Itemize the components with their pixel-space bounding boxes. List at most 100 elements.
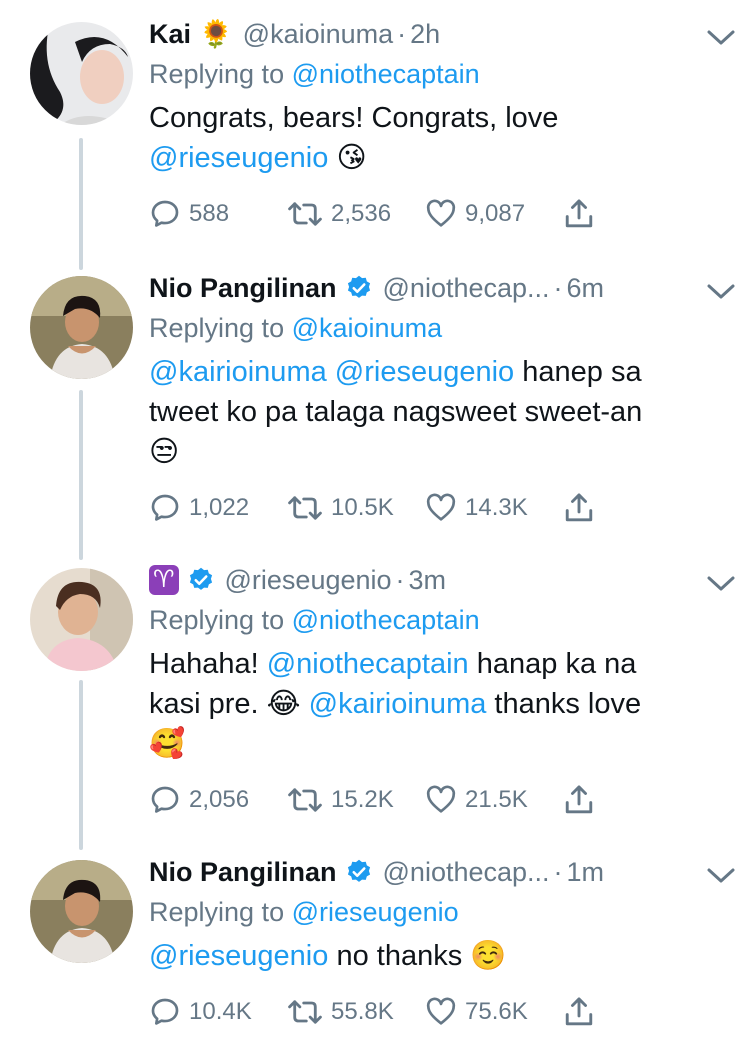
share-button[interactable]: [563, 995, 603, 1029]
mention-link[interactable]: @kairioinuma: [309, 688, 487, 720]
mention-link[interactable]: @kairioinuma: [149, 356, 327, 388]
timestamp[interactable]: 1m: [567, 857, 605, 888]
text-segment: thanks love: [494, 688, 642, 720]
reply-icon: [151, 998, 179, 1025]
retweet-icon: [288, 496, 322, 520]
user-handle[interactable]: @kaioinuma: [243, 19, 393, 50]
replying-to-mention[interactable]: @rieseugenio: [292, 897, 459, 927]
replying-to: Replying to @kaioinuma: [149, 308, 729, 348]
like-count: 75.6K: [465, 998, 528, 1025]
like-button[interactable]: 21.5K: [425, 784, 563, 816]
timestamp[interactable]: 6m: [567, 273, 605, 304]
tweet-actions: 10.4K 55.8K 75.6K: [149, 992, 729, 1032]
kiss-emoji: 😘: [336, 142, 367, 174]
user-handle[interactable]: @niothecap...: [383, 857, 550, 888]
user-handle[interactable]: @niothecap...: [383, 273, 550, 304]
retweet-button[interactable]: 10.5K: [287, 492, 425, 524]
retweet-button[interactable]: 55.8K: [287, 996, 425, 1028]
display-name[interactable]: Nio Pangilinan: [149, 857, 337, 888]
reply-count: 2,056: [189, 786, 250, 813]
retweet-button[interactable]: 15.2K: [287, 784, 425, 816]
reply-button[interactable]: 1,022: [149, 492, 287, 524]
share-button[interactable]: [563, 783, 603, 817]
display-name[interactable]: Kai: [149, 19, 191, 50]
heart-icon: [426, 199, 456, 227]
replying-to-mention[interactable]: @kaioinuma: [292, 313, 442, 343]
reply-button[interactable]: 588: [149, 198, 287, 230]
timestamp[interactable]: 2h: [410, 19, 440, 50]
replying-to-mention[interactable]: @niothecaptain: [292, 605, 480, 635]
verified-badge-icon: [347, 859, 370, 882]
retweet-count: 2,536: [331, 200, 392, 227]
text-segment: tweet ko pa talaga nagsweet sweet-an: [149, 396, 643, 428]
retweet-count: 55.8K: [331, 998, 394, 1025]
tweet-header: ♈ @rieseugenio · 3m: [149, 560, 729, 600]
reply-icon: [151, 786, 179, 813]
user-handle[interactable]: @rieseugenio: [225, 565, 392, 596]
retweet-count: 15.2K: [331, 786, 394, 813]
tweet-header: Nio Pangilinan @niothecap... · 1m: [149, 852, 729, 892]
replying-label: Replying to: [149, 313, 285, 343]
text-segment: kasi pre.: [149, 688, 259, 720]
chevron-down-icon[interactable]: [703, 862, 739, 888]
avatar[interactable]: [30, 860, 133, 963]
chevron-down-icon[interactable]: [703, 24, 739, 50]
like-button[interactable]: 14.3K: [425, 492, 563, 524]
replying-to: Replying to @rieseugenio: [149, 892, 729, 932]
tweet-text: Congrats, bears! Congrats, love @rieseug…: [149, 98, 729, 178]
share-button[interactable]: [563, 491, 603, 525]
text-segment: no thanks: [336, 940, 463, 972]
avatar[interactable]: [30, 22, 133, 125]
replying-to: Replying to @niothecaptain: [149, 54, 729, 94]
reply-button[interactable]: 2,056: [149, 784, 287, 816]
like-count: 14.3K: [465, 494, 528, 521]
tweet-header: Nio Pangilinan @niothecap... · 6m: [149, 268, 729, 308]
text-segment: hanep sa: [522, 356, 642, 388]
like-button[interactable]: 75.6K: [425, 996, 563, 1028]
replying-label: Replying to: [149, 59, 285, 89]
verified-badge-icon: [347, 275, 370, 298]
avatar[interactable]: [30, 568, 133, 671]
chevron-down-icon[interactable]: [703, 570, 739, 596]
mention-link[interactable]: @rieseugenio: [149, 142, 328, 174]
replying-to-mention[interactable]: @niothecaptain: [292, 59, 480, 89]
smiling-hearts-emoji: 🥰: [149, 728, 186, 760]
like-button[interactable]: 9,087: [425, 198, 563, 230]
like-count: 9,087: [465, 200, 526, 227]
replying-label: Replying to: [149, 897, 285, 927]
mention-link[interactable]: @niothecaptain: [267, 648, 469, 680]
tweet-text: @rieseugenio no thanks ☺️: [149, 936, 729, 976]
tweet-text: @kairioinuma @rieseugenio hanep sa tweet…: [149, 352, 729, 472]
replying-label: Replying to: [149, 605, 285, 635]
laughing-emoji: 😂: [266, 688, 301, 720]
chevron-down-icon[interactable]: [703, 278, 739, 304]
text-segment: Congrats, bears! Congrats, love: [149, 102, 559, 134]
share-button[interactable]: [563, 197, 603, 231]
verified-badge-icon: [189, 567, 212, 590]
text-segment: Hahaha!: [149, 648, 259, 680]
share-icon: [565, 199, 593, 228]
display-name[interactable]: Nio Pangilinan: [149, 273, 337, 304]
reply-count: 1,022: [189, 494, 250, 521]
tweet-actions: 588 2,536 9,087: [149, 194, 729, 234]
tweet-actions: 1,022 10.5K 14.3K: [149, 488, 729, 528]
retweet-icon: [288, 1000, 322, 1024]
separator-dot: ·: [397, 18, 407, 49]
retweet-button[interactable]: 2,536: [287, 198, 425, 230]
reply-button[interactable]: 10.4K: [149, 996, 287, 1028]
retweet-count: 10.5K: [331, 494, 394, 521]
mention-link[interactable]: @rieseugenio: [149, 940, 328, 972]
mention-link[interactable]: @rieseugenio: [335, 356, 514, 388]
smiling-emoji: ☺️: [470, 940, 507, 972]
separator-dot: ·: [395, 564, 405, 595]
tweet-actions: 2,056 15.2K 21.5K: [149, 780, 729, 820]
timestamp[interactable]: 3m: [409, 565, 447, 596]
reply-icon: [151, 200, 179, 227]
thread-connector: [79, 680, 83, 850]
avatar[interactable]: [30, 276, 133, 379]
display-name[interactable]: ♈: [149, 565, 179, 595]
separator-dot: ·: [553, 856, 563, 887]
reply-count: 10.4K: [189, 998, 252, 1025]
share-icon: [565, 785, 593, 814]
unamused-emoji: 😒: [149, 436, 180, 468]
